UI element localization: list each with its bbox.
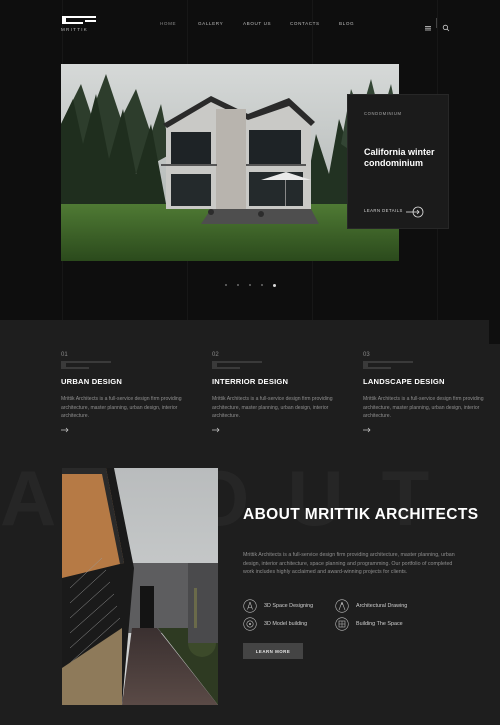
service-title: INTERRIOR DESIGN xyxy=(212,377,289,386)
card-eyebrow: CONDOMINIUM xyxy=(364,111,402,116)
service-mark-icon xyxy=(212,361,262,369)
feature-label: Building The Space xyxy=(356,621,403,627)
service-card-interior: 02 INTERRIOR DESIGN Mrittik Architects i… xyxy=(212,352,352,433)
feature-label: 3D Space Designing xyxy=(264,603,314,609)
about-building-image xyxy=(62,468,218,705)
about-text: Mrittik Architects is a full-service des… xyxy=(243,552,455,576)
arrow-right-icon[interactable] xyxy=(61,427,69,433)
service-card-landscape: 03 LANDSCAPE DESIGN Mrittik Architects i… xyxy=(363,352,500,433)
slider-dot[interactable] xyxy=(237,284,239,286)
arrow-right-icon[interactable] xyxy=(212,427,220,433)
service-title: LANDSCAPE DESIGN xyxy=(363,377,445,386)
feature-3d-space: 3D Space Designing xyxy=(243,599,343,613)
feature-3d-model: 3D Model building xyxy=(243,617,343,631)
service-desc: Mrittik Architects is a full-service des… xyxy=(61,396,182,419)
feature-architectural-drawing: Architectural Drawing xyxy=(335,599,435,613)
service-mark-icon xyxy=(363,361,413,369)
service-desc: Mrittik Architects is a full-service des… xyxy=(363,396,484,419)
nav-contacts[interactable]: CONTACTS xyxy=(290,21,320,26)
feature-building-space: Building The Space xyxy=(335,617,435,631)
hero-info-card: CONDOMINIUM California winter condominiu… xyxy=(347,94,449,229)
card-title: California winter condominium xyxy=(364,147,435,168)
nav-home[interactable]: HOME xyxy=(160,21,176,26)
service-number: 01 xyxy=(61,352,68,358)
service-card-urban: 01 URBAN DESIGN Mrittik Architects is a … xyxy=(61,352,201,433)
menu-icon[interactable] xyxy=(424,19,432,31)
slider-dot[interactable] xyxy=(261,284,263,286)
slider-dot[interactable] xyxy=(249,284,251,286)
nav-blog[interactable]: BLOG xyxy=(339,21,354,26)
feature-label: Architectural Drawing xyxy=(356,603,408,609)
learn-more-button[interactable]: LEARN MORE xyxy=(243,643,303,659)
about-title: ABOUT MRITTIK ARCHITECTS xyxy=(243,506,479,523)
target-icon xyxy=(243,617,257,631)
feature-label: 3D Model building xyxy=(264,621,308,627)
slider-dot[interactable] xyxy=(225,284,227,286)
service-number: 02 xyxy=(212,352,219,358)
arrow-right-icon[interactable] xyxy=(406,205,424,218)
blueprint-icon xyxy=(335,617,349,631)
nav-about-us[interactable]: ABOUT US xyxy=(243,21,271,26)
service-desc: Mrittik Architects is a full-service des… xyxy=(212,396,333,419)
service-number: 03 xyxy=(363,352,370,358)
service-title: URBAN DESIGN xyxy=(61,377,123,386)
drafting-icon xyxy=(335,599,349,613)
nav-gallery[interactable]: GALLERY xyxy=(198,21,223,26)
compass-icon xyxy=(243,599,257,613)
side-tab xyxy=(489,320,500,344)
slider-dot-active[interactable] xyxy=(273,283,276,287)
header-divider xyxy=(436,18,437,28)
search-icon[interactable] xyxy=(442,19,450,32)
arrow-right-icon[interactable] xyxy=(363,427,371,433)
learn-details-link[interactable]: LEARN DETAILS xyxy=(364,208,403,213)
service-mark-icon xyxy=(61,361,111,369)
slider-pagination xyxy=(225,283,295,289)
